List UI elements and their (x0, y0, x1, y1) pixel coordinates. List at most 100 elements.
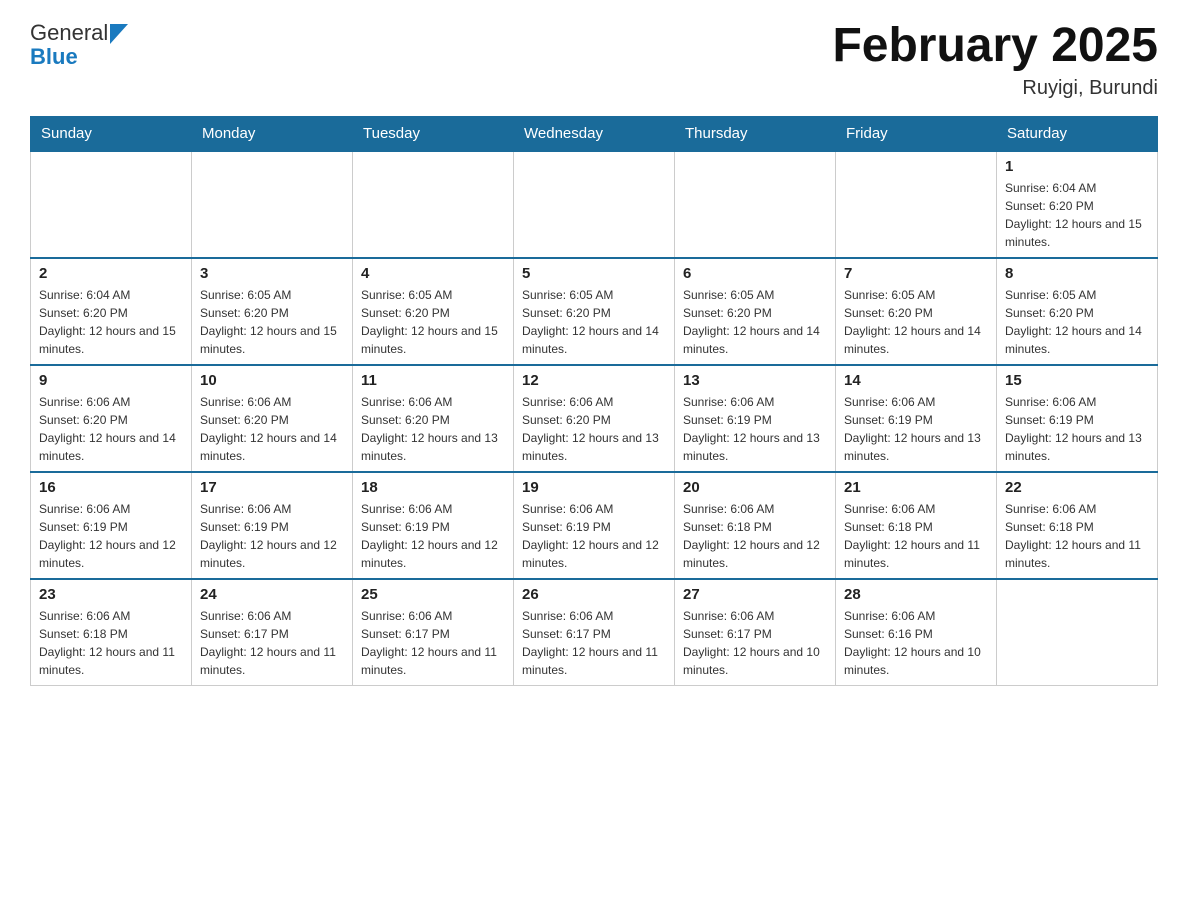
logo: General Blue (30, 20, 128, 70)
calendar-day-cell: 19Sunrise: 6:06 AMSunset: 6:19 PMDayligh… (514, 472, 675, 579)
day-number: 26 (522, 586, 666, 603)
col-friday: Friday (836, 116, 997, 151)
day-info: Sunrise: 6:06 AMSunset: 6:20 PMDaylight:… (361, 393, 505, 465)
title-section: February 2025 Ruyigi, Burundi (832, 20, 1158, 100)
calendar-day-cell: 25 Sunrise: 6:06 AMSunset: 6:17 PMDayligh… (353, 579, 514, 686)
calendar-day-cell: 14 Sunrise: 6:06 AMSunset: 6:19 PMDayligh… (836, 365, 997, 472)
calendar-day-cell (997, 579, 1158, 686)
logo-triangle-icon (110, 24, 128, 44)
day-info: Sunrise: 6:05 AMSunset: 6:20 PMDaylight:… (522, 286, 666, 358)
day-info: Sunrise: 6:06 AMSunset: 6:19 PMDaylight:… (39, 500, 183, 572)
logo-blue-text: Blue (30, 44, 128, 70)
day-number: 21 (844, 479, 988, 496)
calendar-day-cell: 27 Sunrise: 6:06 AMSunset: 6:17 PMDayligh… (675, 579, 836, 686)
calendar-day-cell: 24Sunrise: 6:06 AMSunset: 6:17 PMDayligh… (192, 579, 353, 686)
calendar-day-cell: 8 Sunrise: 6:05 AMSunset: 6:20 PMDaylight… (997, 258, 1158, 365)
day-number: 17 (200, 479, 344, 496)
day-info: Sunrise: 6:04 AMSunset: 6:20 PMDaylight:… (1005, 179, 1149, 251)
day-info: Sunrise: 6:06 AMSunset: 6:20 PMDaylight:… (522, 393, 666, 465)
day-number: 18 (361, 479, 505, 496)
day-number: 24 (200, 586, 344, 603)
calendar-day-cell: 9 Sunrise: 6:06 AMSunset: 6:20 PMDaylight… (31, 365, 192, 472)
day-info: Sunrise: 6:06 AMSunset: 6:17 PMDaylight:… (683, 607, 827, 679)
day-info: Sunrise: 6:06 AMSunset: 6:19 PMDaylight:… (683, 393, 827, 465)
calendar-day-cell: 28Sunrise: 6:06 AMSunset: 6:16 PMDayligh… (836, 579, 997, 686)
calendar-day-cell: 2 Sunrise: 6:04 AMSunset: 6:20 PMDaylight… (31, 258, 192, 365)
calendar-day-cell (31, 151, 192, 258)
col-saturday: Saturday (997, 116, 1158, 151)
day-number: 11 (361, 372, 505, 389)
day-info: Sunrise: 6:05 AMSunset: 6:20 PMDaylight:… (361, 286, 505, 358)
day-number: 16 (39, 479, 183, 496)
day-info: Sunrise: 6:06 AMSunset: 6:17 PMDaylight:… (361, 607, 505, 679)
calendar-day-cell: 23Sunrise: 6:06 AMSunset: 6:18 PMDayligh… (31, 579, 192, 686)
day-number: 4 (361, 265, 505, 282)
day-info: Sunrise: 6:06 AMSunset: 6:19 PMDaylight:… (361, 500, 505, 572)
calendar-week-row: 2 Sunrise: 6:04 AMSunset: 6:20 PMDaylight… (31, 258, 1158, 365)
calendar-day-cell: 22 Sunrise: 6:06 AMSunset: 6:18 PMDayligh… (997, 472, 1158, 579)
day-info: Sunrise: 6:06 AMSunset: 6:20 PMDaylight:… (39, 393, 183, 465)
day-info: Sunrise: 6:06 AMSunset: 6:18 PMDaylight:… (1005, 500, 1149, 572)
location-text: Ruyigi, Burundi (832, 77, 1158, 100)
day-number: 6 (683, 265, 827, 282)
day-info: Sunrise: 6:06 AMSunset: 6:19 PMDaylight:… (844, 393, 988, 465)
calendar-day-cell: 21 Sunrise: 6:06 AMSunset: 6:18 PMDayligh… (836, 472, 997, 579)
day-info: Sunrise: 6:06 AMSunset: 6:19 PMDaylight:… (522, 500, 666, 572)
day-number: 15 (1005, 372, 1149, 389)
col-sunday: Sunday (31, 116, 192, 151)
day-info: Sunrise: 6:05 AMSunset: 6:20 PMDaylight:… (200, 286, 344, 358)
month-title: February 2025 (832, 20, 1158, 73)
day-info: Sunrise: 6:04 AMSunset: 6:20 PMDaylight:… (39, 286, 183, 358)
calendar-day-cell: 17 Sunrise: 6:06 AMSunset: 6:19 PMDayligh… (192, 472, 353, 579)
calendar-day-cell (514, 151, 675, 258)
day-number: 14 (844, 372, 988, 389)
day-number: 27 (683, 586, 827, 603)
day-number: 10 (200, 372, 344, 389)
calendar-week-row: 16 Sunrise: 6:06 AMSunset: 6:19 PMDayligh… (31, 472, 1158, 579)
calendar-day-cell: 11 Sunrise: 6:06 AMSunset: 6:20 PMDayligh… (353, 365, 514, 472)
calendar-day-cell: 12 Sunrise: 6:06 AMSunset: 6:20 PMDayligh… (514, 365, 675, 472)
calendar-week-row: 1 Sunrise: 6:04 AMSunset: 6:20 PMDaylight… (31, 151, 1158, 258)
day-number: 9 (39, 372, 183, 389)
day-number: 28 (844, 586, 988, 603)
col-tuesday: Tuesday (353, 116, 514, 151)
day-info: Sunrise: 6:06 AMSunset: 6:19 PMDaylight:… (200, 500, 344, 572)
day-info: Sunrise: 6:06 AMSunset: 6:18 PMDaylight:… (683, 500, 827, 572)
day-info: Sunrise: 6:06 AMSunset: 6:18 PMDaylight:… (844, 500, 988, 572)
calendar-header-row: Sunday Monday Tuesday Wednesday Thursday… (31, 116, 1158, 151)
day-number: 25 (361, 586, 505, 603)
calendar-day-cell (192, 151, 353, 258)
calendar-day-cell: 26 Sunrise: 6:06 AMSunset: 6:17 PMDayligh… (514, 579, 675, 686)
calendar-day-cell: 10Sunrise: 6:06 AMSunset: 6:20 PMDayligh… (192, 365, 353, 472)
day-info: Sunrise: 6:06 AMSunset: 6:17 PMDaylight:… (522, 607, 666, 679)
day-number: 20 (683, 479, 827, 496)
calendar-week-row: 23Sunrise: 6:06 AMSunset: 6:18 PMDayligh… (31, 579, 1158, 686)
col-monday: Monday (192, 116, 353, 151)
day-info: Sunrise: 6:05 AMSunset: 6:20 PMDaylight:… (844, 286, 988, 358)
day-number: 7 (844, 265, 988, 282)
day-info: Sunrise: 6:06 AMSunset: 6:19 PMDaylight:… (1005, 393, 1149, 465)
calendar-week-row: 9 Sunrise: 6:06 AMSunset: 6:20 PMDaylight… (31, 365, 1158, 472)
calendar-day-cell (836, 151, 997, 258)
calendar-day-cell: 16 Sunrise: 6:06 AMSunset: 6:19 PMDayligh… (31, 472, 192, 579)
calendar-day-cell: 1 Sunrise: 6:04 AMSunset: 6:20 PMDaylight… (997, 151, 1158, 258)
calendar-day-cell: 20 Sunrise: 6:06 AMSunset: 6:18 PMDayligh… (675, 472, 836, 579)
calendar-day-cell: 5Sunrise: 6:05 AMSunset: 6:20 PMDaylight… (514, 258, 675, 365)
page-header: General Blue February 2025 Ruyigi, Burun… (30, 20, 1158, 100)
day-number: 1 (1005, 158, 1149, 175)
day-number: 3 (200, 265, 344, 282)
calendar-day-cell: 18 Sunrise: 6:06 AMSunset: 6:19 PMDayligh… (353, 472, 514, 579)
day-number: 12 (522, 372, 666, 389)
day-number: 2 (39, 265, 183, 282)
day-info: Sunrise: 6:05 AMSunset: 6:20 PMDaylight:… (683, 286, 827, 358)
calendar-day-cell: 6 Sunrise: 6:05 AMSunset: 6:20 PMDaylight… (675, 258, 836, 365)
calendar-day-cell (353, 151, 514, 258)
day-info: Sunrise: 6:06 AMSunset: 6:18 PMDaylight:… (39, 607, 183, 679)
calendar-day-cell (675, 151, 836, 258)
col-wednesday: Wednesday (514, 116, 675, 151)
day-info: Sunrise: 6:05 AMSunset: 6:20 PMDaylight:… (1005, 286, 1149, 358)
col-thursday: Thursday (675, 116, 836, 151)
calendar-day-cell: 15 Sunrise: 6:06 AMSunset: 6:19 PMDayligh… (997, 365, 1158, 472)
day-number: 8 (1005, 265, 1149, 282)
day-number: 22 (1005, 479, 1149, 496)
